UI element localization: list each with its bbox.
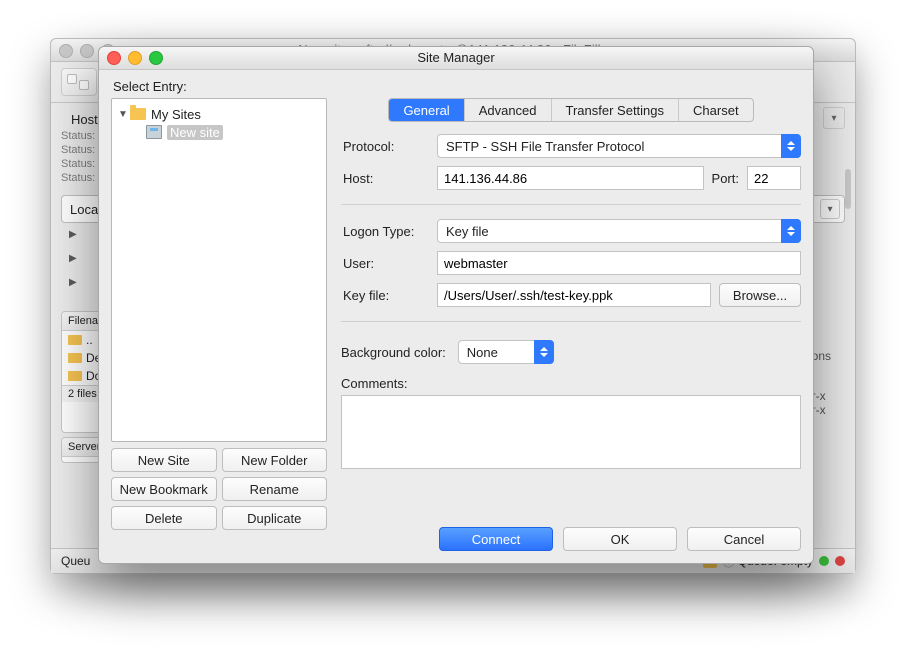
status-dot-red-icon: [835, 556, 845, 566]
minimize-icon[interactable]: [128, 51, 142, 65]
site-manager-icon[interactable]: [61, 68, 97, 96]
protocol-label: Protocol:: [341, 139, 431, 154]
cancel-button[interactable]: Cancel: [687, 527, 801, 551]
folder-icon: [68, 371, 82, 381]
keyfile-label: Key file:: [341, 288, 431, 303]
select-entry-label: Select Entry:: [113, 79, 801, 94]
server-icon: [146, 125, 162, 139]
connect-button[interactable]: Connect: [439, 527, 553, 551]
divider: [341, 204, 801, 205]
chevron-down-icon: ▾: [831, 113, 836, 124]
zoom-icon[interactable]: [149, 51, 163, 65]
keyfile-input[interactable]: [437, 283, 711, 307]
new-folder-button[interactable]: New Folder: [222, 448, 328, 472]
rename-button[interactable]: Rename: [222, 477, 328, 501]
tab-transfer-settings[interactable]: Transfer Settings: [552, 99, 680, 121]
site-tree[interactable]: ▼ My Sites New site: [111, 98, 327, 442]
site-manager-dialog: Site Manager Select Entry: ▼ My Sites Ne…: [98, 46, 814, 564]
bg-traffic-close-icon[interactable]: [59, 44, 73, 58]
user-label: User:: [341, 256, 431, 271]
tree-site-row[interactable]: New site: [116, 123, 322, 141]
tab-charset[interactable]: Charset: [679, 99, 753, 121]
folder-icon: [68, 353, 82, 363]
duplicate-button[interactable]: Duplicate: [222, 506, 328, 530]
port-label: Port:: [712, 171, 739, 186]
select-arrow-icon: [534, 340, 554, 364]
ok-button[interactable]: OK: [563, 527, 677, 551]
delete-button[interactable]: Delete: [111, 506, 217, 530]
tree-expander-icon[interactable]: ▶: [51, 273, 77, 293]
folder-icon: [130, 108, 146, 120]
bgcolor-label: Background color:: [341, 345, 446, 360]
tree-site-label: New site: [167, 125, 223, 140]
bgcolor-select[interactable]: None: [458, 340, 554, 364]
select-arrow-icon: [781, 219, 801, 243]
dialog-titlebar[interactable]: Site Manager: [99, 47, 813, 70]
bg-traffic-min-icon[interactable]: [80, 44, 94, 58]
host-label: Host:: [341, 171, 431, 186]
quickconnect-history-icon[interactable]: ▾: [823, 107, 845, 129]
new-bookmark-button[interactable]: New Bookmark: [111, 477, 217, 501]
tree-expander-icon[interactable]: ▶: [51, 225, 77, 245]
chevron-down-icon[interactable]: ▾: [820, 199, 840, 219]
dialog-title: Site Manager: [417, 50, 494, 65]
scrollbar[interactable]: [843, 159, 853, 543]
disclosure-triangle-icon[interactable]: ▼: [116, 109, 130, 120]
browse-button[interactable]: Browse...: [719, 283, 801, 307]
settings-tabs: General Advanced Transfer Settings Chars…: [388, 98, 753, 122]
comments-label: Comments:: [341, 376, 801, 391]
tree-expander-icon[interactable]: ▶: [51, 249, 77, 269]
close-icon[interactable]: [107, 51, 121, 65]
select-arrow-icon: [781, 134, 801, 158]
new-site-button[interactable]: New Site: [111, 448, 217, 472]
port-input[interactable]: [747, 166, 801, 190]
tree-folder-label: My Sites: [151, 107, 201, 122]
divider: [341, 321, 801, 322]
host-input[interactable]: [437, 166, 704, 190]
permissions-column: ons r-x r-x: [812, 349, 831, 417]
comments-textarea[interactable]: [341, 395, 801, 469]
user-input[interactable]: [437, 251, 801, 275]
folder-icon: [68, 335, 82, 345]
tab-general[interactable]: General: [389, 99, 464, 121]
queue-tab-label[interactable]: Queu: [61, 554, 90, 568]
tree-folder-row[interactable]: ▼ My Sites: [116, 105, 322, 123]
status-dot-green-icon: [819, 556, 829, 566]
protocol-select[interactable]: SFTP - SSH File Transfer Protocol: [437, 134, 801, 158]
logon-type-select[interactable]: Key file: [437, 219, 801, 243]
tab-advanced[interactable]: Advanced: [465, 99, 552, 121]
local-site-label: Local: [70, 202, 101, 217]
logon-type-label: Logon Type:: [341, 224, 431, 239]
